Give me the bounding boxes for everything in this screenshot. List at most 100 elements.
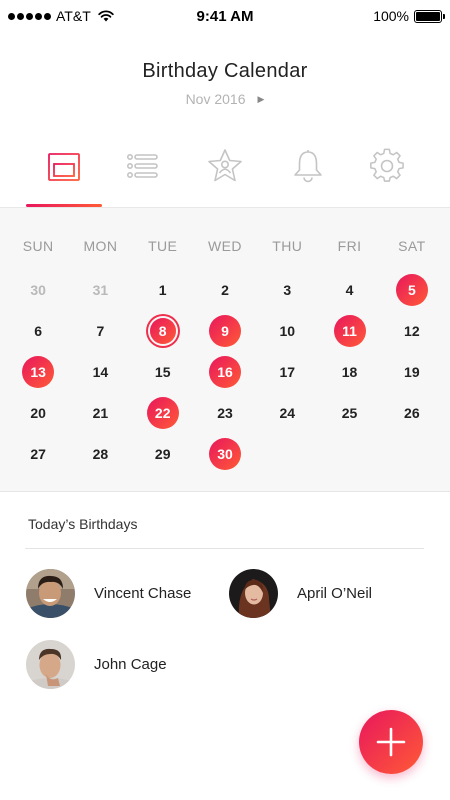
weekday-header: SUN MON TUE WED THU FRI SAT bbox=[7, 238, 443, 254]
tab-list[interactable] bbox=[103, 140, 181, 206]
today-date: 8 bbox=[149, 317, 176, 344]
tab-settings[interactable] bbox=[348, 140, 426, 206]
day-number: 21 bbox=[92, 404, 109, 421]
day-number: 19 bbox=[404, 363, 420, 380]
day-number: 23 bbox=[217, 404, 233, 421]
day-number: 17 bbox=[279, 363, 296, 380]
avatar bbox=[229, 568, 278, 618]
day-number: 10 bbox=[279, 322, 296, 339]
weekday-label: SAT bbox=[398, 238, 426, 254]
gear-icon bbox=[370, 148, 404, 182]
calendar-day[interactable]: 7 bbox=[69, 310, 131, 351]
calendar-day[interactable]: 11 bbox=[318, 310, 380, 351]
weekday-label: WED bbox=[208, 238, 242, 254]
calendar-day[interactable]: 5 bbox=[381, 269, 443, 310]
calendar-day[interactable]: 30 bbox=[7, 269, 69, 310]
calendar-day[interactable]: 9 bbox=[194, 310, 256, 351]
person-name: John Cage bbox=[94, 655, 167, 673]
calendar-day[interactable]: 3 bbox=[256, 269, 318, 310]
calendar-day[interactable]: 30 bbox=[194, 433, 256, 474]
month-selector[interactable]: Nov 2016 ▶ bbox=[0, 91, 450, 107]
battery-percent: 100% bbox=[373, 8, 409, 24]
calendar-day[interactable]: 31 bbox=[69, 269, 131, 310]
weekday-label: MON bbox=[83, 238, 118, 254]
birthday-person[interactable]: John Cage bbox=[26, 639, 167, 689]
weekday-label: TUE bbox=[148, 238, 178, 254]
calendar-day[interactable]: 6 bbox=[7, 310, 69, 351]
day-number: 7 bbox=[96, 322, 105, 339]
calendar-day[interactable]: 16 bbox=[194, 351, 256, 392]
calendar-day[interactable]: 1 bbox=[132, 269, 194, 310]
day-number: 6 bbox=[34, 322, 43, 339]
day-number: 30 bbox=[30, 281, 46, 298]
calendar-day[interactable]: 28 bbox=[69, 433, 131, 474]
birthday-date: 30 bbox=[208, 437, 241, 470]
day-number: 24 bbox=[279, 404, 296, 421]
day-number: 31 bbox=[92, 281, 109, 298]
page-title: Birthday Calendar bbox=[142, 60, 308, 82]
calendar-day[interactable]: 13 bbox=[7, 351, 69, 392]
play-arrow-icon[interactable]: ▶ bbox=[258, 94, 265, 105]
birthday-date: 22 bbox=[146, 396, 179, 429]
calendar-day[interactable]: 10 bbox=[256, 310, 318, 351]
battery-level bbox=[416, 11, 440, 21]
calendar-day[interactable]: 20 bbox=[7, 392, 69, 433]
birthday-date: 13 bbox=[22, 355, 55, 388]
battery-icon bbox=[414, 9, 445, 23]
calendar-day[interactable]: 24 bbox=[256, 392, 318, 433]
birthday-person[interactable]: April O’Neil bbox=[229, 568, 372, 618]
day-number: 1 bbox=[158, 281, 167, 298]
weekday-label: FRI bbox=[337, 238, 362, 254]
birthday-person[interactable]: Vincent Chase bbox=[26, 568, 191, 618]
day-number: 14 bbox=[92, 363, 109, 380]
calendar-day[interactable]: 12 bbox=[381, 310, 443, 351]
birthday-date: 9 bbox=[208, 314, 241, 347]
plus-icon bbox=[376, 727, 406, 757]
active-tab-indicator bbox=[26, 204, 102, 207]
avatar bbox=[26, 568, 75, 618]
calendar-day[interactable]: 18 bbox=[318, 351, 380, 392]
calendar-day[interactable]: 25 bbox=[318, 392, 380, 433]
calendar-day[interactable]: 27 bbox=[7, 433, 69, 474]
day-number: 28 bbox=[92, 445, 109, 462]
calendar-day[interactable]: 8 bbox=[132, 310, 194, 351]
person-name: April O’Neil bbox=[297, 584, 373, 602]
weekday-label: THU bbox=[272, 238, 303, 254]
weekday-label: SUN bbox=[22, 238, 54, 254]
calendar-day[interactable]: 19 bbox=[381, 351, 443, 392]
day-number: 20 bbox=[30, 404, 46, 421]
birthday-date: 16 bbox=[208, 355, 241, 388]
calendar-day[interactable]: 23 bbox=[194, 392, 256, 433]
calendar-icon bbox=[48, 151, 80, 181]
calendar-day[interactable]: 26 bbox=[381, 392, 443, 433]
status-bar: AT&T 9:41 AM 100% bbox=[0, 0, 450, 32]
day-number: 26 bbox=[404, 404, 420, 421]
section-title: Today’s Birthdays bbox=[28, 516, 138, 532]
birthday-date: 5 bbox=[395, 273, 428, 306]
calendar-day[interactable]: 4 bbox=[318, 269, 380, 310]
calendar-day[interactable]: 14 bbox=[69, 351, 131, 392]
calendar-day[interactable]: 22 bbox=[132, 392, 194, 433]
calendar-day[interactable]: 29 bbox=[132, 433, 194, 474]
calendar-grid: 30 31 1 2 3 4 5 6 7 8 9 10 11 12 13 14 15 16 17 18 19 20 21 22 2… bbox=[7, 269, 443, 474]
list-icon bbox=[126, 154, 158, 178]
month-calendar: SUN MON TUE WED THU FRI SAT 30 31 1 2 3 4 5 6 7 8 9 10 11 1… bbox=[0, 208, 450, 492]
tab-favorites[interactable] bbox=[186, 140, 264, 206]
day-number: 2 bbox=[221, 281, 229, 298]
day-number: 29 bbox=[154, 445, 171, 462]
status-right: 100% bbox=[373, 8, 445, 24]
calendar-day[interactable]: 21 bbox=[69, 392, 131, 433]
calendar-day[interactable]: 17 bbox=[256, 351, 318, 392]
tab-notifications[interactable] bbox=[269, 140, 347, 206]
person-name: Vincent Chase bbox=[94, 584, 192, 602]
day-number: 15 bbox=[154, 363, 171, 380]
tab-calendar[interactable] bbox=[25, 140, 103, 206]
day-number: 27 bbox=[30, 445, 46, 462]
day-number: 25 bbox=[341, 404, 358, 421]
add-birthday-button[interactable] bbox=[359, 710, 423, 774]
calendar-day[interactable]: 2 bbox=[194, 269, 256, 310]
calendar-day[interactable]: 15 bbox=[132, 351, 194, 392]
page-header: Birthday Calendar Nov 2016 ▶ bbox=[0, 60, 450, 107]
day-number: 12 bbox=[404, 322, 420, 339]
star-badge-icon bbox=[208, 149, 242, 182]
